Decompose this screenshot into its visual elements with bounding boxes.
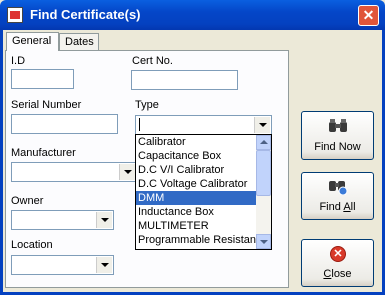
serial-number-label: Serial Number: [11, 99, 82, 111]
list-item[interactable]: Calibrator: [136, 135, 258, 149]
cert-no-label: Cert No.: [132, 55, 173, 67]
tab-dates-label: Dates: [65, 36, 94, 48]
tab-general-label: General: [12, 35, 52, 47]
find-now-button[interactable]: Find Now: [301, 111, 374, 160]
list-item[interactable]: D.C V/I Calibrator: [136, 163, 258, 177]
id-label: I.D: [11, 55, 26, 67]
find-all-button[interactable]: Find All: [301, 172, 374, 220]
chevron-down-icon[interactable]: [254, 117, 270, 133]
type-dropdown-list[interactable]: Calibrator Capacitance Box D.C V/I Calib…: [135, 134, 272, 250]
find-all-accel: A: [343, 201, 351, 213]
binoculars-globe-icon: [329, 181, 348, 195]
binoculars-icon: [329, 119, 347, 132]
chevron-down-icon[interactable]: [119, 164, 135, 180]
location-label: Location: [11, 239, 53, 251]
cert-no-input[interactable]: [131, 70, 238, 90]
type-label: Type: [135, 99, 159, 111]
find-all-label: Find All: [302, 201, 373, 213]
list-item[interactable]: MULTIMETER: [136, 219, 258, 233]
tab-dates[interactable]: Dates: [59, 33, 99, 50]
close-label: Close: [302, 268, 373, 280]
owner-combobox[interactable]: [11, 210, 114, 230]
list-item[interactable]: Inductance Box: [136, 205, 258, 219]
text-caret: [139, 118, 140, 131]
window-title: Find Certificate(s): [30, 7, 141, 22]
title-bar: Find Certificate(s) ✕: [0, 0, 385, 30]
owner-label: Owner: [11, 195, 44, 207]
scroll-thumb[interactable]: [256, 150, 271, 196]
chevron-down-icon[interactable]: [96, 212, 112, 228]
list-item[interactable]: Programmable Resistance: [136, 233, 258, 247]
find-all-prefix: Find: [319, 201, 344, 213]
find-all-suffix: ll: [350, 201, 356, 213]
close-button[interactable]: ✕ Close: [301, 239, 374, 287]
find-now-label: Find Now: [314, 141, 361, 153]
manufacturer-combobox[interactable]: [11, 162, 137, 182]
close-suffix: lose: [331, 268, 352, 280]
scroll-down-icon[interactable]: [256, 234, 271, 249]
window-close-button[interactable]: ✕: [358, 5, 379, 26]
chevron-down-icon[interactable]: [96, 257, 112, 273]
list-item[interactable]: D.C Voltage Calibrator: [136, 177, 258, 191]
list-item-selected[interactable]: DMM: [136, 191, 258, 205]
serial-number-input[interactable]: [11, 114, 118, 134]
close-circle-icon: ✕: [330, 246, 346, 262]
location-combobox[interactable]: [11, 255, 114, 275]
id-input[interactable]: [11, 69, 74, 89]
scroll-up-icon[interactable]: [256, 135, 271, 150]
certificate-app-icon: [7, 7, 23, 23]
dropdown-scrollbar[interactable]: [256, 135, 271, 249]
list-item[interactable]: Capacitance Box: [136, 149, 258, 163]
type-combobox[interactable]: [135, 115, 272, 135]
tab-general[interactable]: General: [6, 32, 59, 51]
manufacturer-label: Manufacturer: [11, 147, 76, 159]
